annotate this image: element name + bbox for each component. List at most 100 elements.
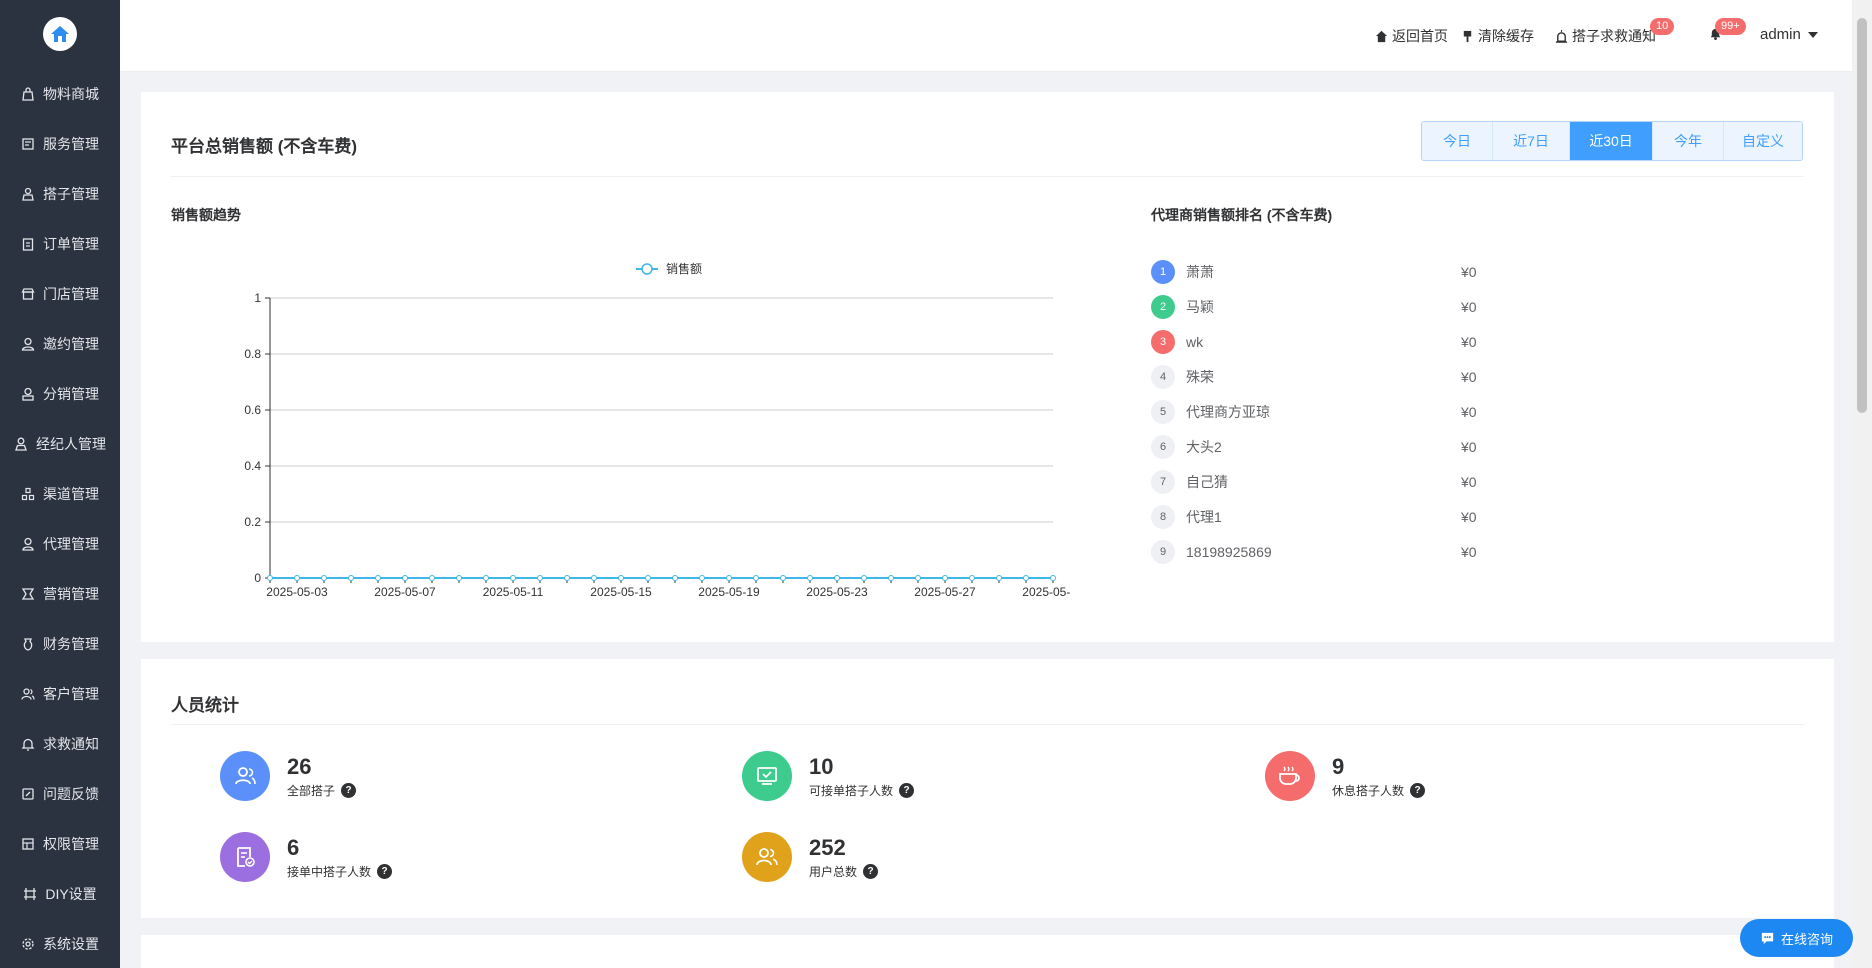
online-consult-button[interactable]: 在线咨询 <box>1740 919 1853 957</box>
sales-trend-chart: 0 0.2 0.4 0.6 0.8 1 2025-05-03 2025-05-07 2025-0… <box>244 261 1071 599</box>
data-point <box>267 575 273 581</box>
period-selector: 今日 近7日 近30日 今年 自定义 <box>1421 121 1803 161</box>
ranking-row: 2 马颖 ¥0 <box>1151 294 1511 320</box>
agent-amount: ¥0 <box>1461 299 1477 315</box>
data-point <box>969 575 975 581</box>
trend-title: 销售额趋势 <box>171 207 241 223</box>
agent-amount: ¥0 <box>1461 439 1477 455</box>
help-icon[interactable]: ? <box>1410 782 1426 798</box>
document-check-icon <box>220 832 270 882</box>
rank-number: 9 <box>1151 540 1175 564</box>
partner-icon <box>22 187 34 201</box>
legend-marker <box>641 263 653 275</box>
sidebar-item-label: 物料商城 <box>43 86 99 102</box>
data-point <box>375 575 381 581</box>
period-7days[interactable]: 近7日 <box>1493 122 1570 160</box>
sidebar-item-8[interactable]: 经纪人管理 <box>0 424 120 464</box>
data-point <box>429 575 435 581</box>
data-point <box>645 575 651 581</box>
rank-number: 7 <box>1151 470 1175 494</box>
stat-label: 用户总数 <box>809 864 858 879</box>
x-tick-label: 2025-05-19 <box>698 585 760 599</box>
agent-name: 大头2 <box>1186 439 1222 455</box>
sidebar-item-12[interactable]: 财务管理 <box>0 624 120 664</box>
ranking-row: 9 18198925869 ¥0 <box>1151 539 1511 565</box>
sidebar-item-17[interactable]: DIY设置 <box>0 874 120 914</box>
store-icon <box>21 288 35 300</box>
data-point <box>483 575 489 581</box>
sidebar-item-label: 求救通知 <box>43 736 99 752</box>
caret-down-icon <box>1807 31 1818 38</box>
sidebar-item-16[interactable]: 权限管理 <box>0 824 120 864</box>
sos-notice-link[interactable]: 搭子求救通知 <box>1555 26 1656 46</box>
rank-number: 4 <box>1151 365 1175 389</box>
ranking-row: 4 殊荣 ¥0 <box>1151 364 1511 390</box>
money-icon <box>23 638 33 651</box>
sidebar-item-5[interactable]: 门店管理 <box>0 274 120 314</box>
stat-value: 26 <box>287 753 312 779</box>
home-link[interactable]: 返回首页 <box>1375 26 1448 46</box>
sidebar-item-label: 问题反馈 <box>43 786 99 802</box>
bell-icon <box>21 738 35 751</box>
agent-name: wk <box>1186 334 1204 350</box>
data-point <box>888 575 894 581</box>
sidebar-item-13[interactable]: 客户管理 <box>0 674 120 714</box>
y-tick-label: 0.4 <box>244 459 261 473</box>
sidebar-item-label: 搭子管理 <box>43 186 99 202</box>
sidebar-item-18[interactable]: 系统设置 <box>0 924 120 964</box>
people-title: 人员统计 <box>171 696 239 715</box>
chat-icon <box>1761 932 1774 944</box>
data-point <box>537 575 543 581</box>
next-card <box>141 935 1834 968</box>
sidebar-item-label: 代理管理 <box>43 536 99 552</box>
user-group-icon <box>742 832 792 882</box>
home-logo-icon <box>51 26 69 42</box>
stat-label: 接单中搭子人数 <box>287 864 372 879</box>
scrollbar-thumb[interactable] <box>1857 18 1867 413</box>
period-today[interactable]: 今日 <box>1422 122 1493 160</box>
rank-number: 1 <box>1151 260 1175 284</box>
data-point <box>753 575 759 581</box>
help-icon[interactable]: ? <box>341 782 357 798</box>
clipboard-icon <box>22 238 34 251</box>
sidebar-item-2[interactable]: 服务管理 <box>0 124 120 164</box>
stat-value: 9 <box>1332 753 1345 779</box>
sidebar-item-15[interactable]: 问题反馈 <box>0 774 120 814</box>
sidebar-item-10[interactable]: 代理管理 <box>0 524 120 564</box>
rank-number: 3 <box>1151 330 1175 354</box>
rank-number: 2 <box>1151 295 1175 319</box>
x-tick-label: 2025-05-11 <box>483 585 544 599</box>
scrollbar[interactable] <box>1852 0 1872 968</box>
stat-total-users: 252 用户总数? <box>742 832 879 882</box>
period-custom[interactable]: 自定义 <box>1724 122 1802 160</box>
help-icon[interactable]: ? <box>377 863 393 879</box>
logo[interactable] <box>43 17 77 51</box>
stat-resting-partners: 9 休息搭子人数? <box>1265 751 1426 801</box>
sidebar-item-1[interactable]: 物料商城 <box>0 74 120 114</box>
clear-cache-link[interactable]: 清除缓存 <box>1461 26 1534 46</box>
period-30days[interactable]: 近30日 <box>1570 122 1653 160</box>
stat-label: 可接单搭子人数 <box>809 783 894 798</box>
sidebar-item-label: 分销管理 <box>43 386 99 402</box>
coffee-icon <box>1265 751 1315 801</box>
help-icon[interactable]: ? <box>863 863 879 879</box>
period-year[interactable]: 今年 <box>1653 122 1724 160</box>
sidebar-item-3[interactable]: 搭子管理 <box>0 174 120 214</box>
sidebar-item-label: 权限管理 <box>43 836 99 852</box>
sidebar-item-7[interactable]: 分销管理 <box>0 374 120 414</box>
sidebar-item-label: 客户管理 <box>43 686 99 702</box>
help-icon[interactable]: ? <box>899 782 915 798</box>
feedback-icon <box>22 788 34 800</box>
sidebar-item-14[interactable]: 求救通知 <box>0 724 120 764</box>
sidebar-item-11[interactable]: 营销管理 <box>0 574 120 614</box>
user-menu[interactable]: admin <box>1760 26 1818 43</box>
sidebar-item-9[interactable]: 渠道管理 <box>0 474 120 514</box>
bell-badge: 99+ <box>1715 18 1746 35</box>
y-tick-label: 0.2 <box>244 515 261 529</box>
sidebar-item-4[interactable]: 订单管理 <box>0 224 120 264</box>
agent-amount: ¥0 <box>1461 474 1477 490</box>
sidebar-item-label: 系统设置 <box>43 936 99 952</box>
data-point <box>780 575 786 581</box>
data-point <box>348 575 354 581</box>
sidebar-item-6[interactable]: 邀约管理 <box>0 324 120 364</box>
